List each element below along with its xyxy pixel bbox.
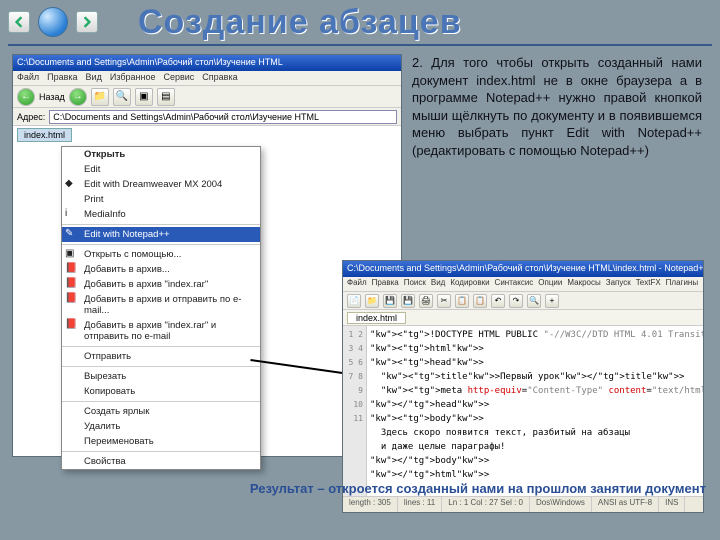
context-menu-item[interactable]: Edit [62, 162, 260, 177]
result-text: Результат – откроется созданный нами на … [250, 481, 706, 496]
status-pos: Ln : 1 Col : 27 Sel : 0 [442, 497, 530, 512]
statusbar: length : 305 lines : 11 Ln : 1 Col : 27 … [343, 496, 703, 512]
file-tabs: index.html [343, 310, 703, 326]
npp-toolbar: 📄 📁 💾 💾 🖨 ✂ 📋 📋 ↶ ↷ 🔍 + [343, 292, 703, 310]
undo-icon[interactable]: ↶ [491, 294, 505, 308]
menu-item[interactable]: Запуск [606, 278, 631, 290]
context-menu-item[interactable]: Отправить [62, 349, 260, 364]
context-menu[interactable]: ОткрытьEdit◆Edit with Dreamweaver MX 200… [61, 146, 261, 470]
status-fmt: Dos\Windows [530, 497, 592, 512]
menu-item[interactable]: Опции [538, 278, 562, 290]
context-menu-item[interactable]: 📕Добавить в архив "index.rar" [62, 277, 260, 292]
nav-next-button[interactable] [76, 11, 98, 33]
saveall-icon[interactable]: 💾 [401, 294, 415, 308]
globe-icon [38, 7, 68, 37]
menu-item[interactable]: Синтаксис [495, 278, 534, 290]
up-button[interactable]: 📁 [91, 88, 109, 106]
print-icon[interactable]: 🖨 [419, 294, 433, 308]
back-button[interactable]: ← [17, 88, 35, 106]
context-menu-item[interactable]: ◆Edit with Dreamweaver MX 2004 [62, 177, 260, 192]
status-ins: INS [659, 497, 685, 512]
context-menu-item[interactable]: ▣Открыть с помощью... [62, 247, 260, 262]
menu-item[interactable]: Вид [431, 278, 445, 290]
status-length: length : 305 [343, 497, 398, 512]
open-icon[interactable]: 📁 [365, 294, 379, 308]
context-menu-item[interactable]: Открыть [62, 147, 260, 162]
menu-item[interactable]: TextFX [636, 278, 661, 290]
menu-item[interactable]: Поиск [404, 278, 426, 290]
redo-icon[interactable]: ↷ [509, 294, 523, 308]
new-icon[interactable]: 📄 [347, 294, 361, 308]
context-menu-item[interactable]: ✎Edit with Notepad++ [62, 227, 260, 242]
window-titlebar: C:\Documents and Settings\Admin\Рабочий … [13, 55, 401, 71]
menu-item[interactable]: Сервис [163, 72, 194, 84]
cut-icon[interactable]: ✂ [437, 294, 451, 308]
menu-item[interactable]: Файл [17, 72, 39, 84]
menu-item[interactable]: Правка [47, 72, 77, 84]
context-menu-item[interactable]: 📕Добавить в архив "index.rar" и отправит… [62, 318, 260, 344]
status-lines: lines : 11 [398, 497, 442, 512]
menu-item[interactable]: Вид [86, 72, 102, 84]
nav-prev-button[interactable] [8, 11, 30, 33]
status-enc: ANSI as UTF-8 [592, 497, 659, 512]
toolbar: ← Назад → 📁 🔍 ▣ ▤ [13, 86, 401, 108]
line-gutter: 1 2 3 4 5 6 7 8 9 10 11 [343, 326, 367, 496]
zoom-icon[interactable]: + [545, 294, 559, 308]
menu-item[interactable]: Правка [372, 278, 399, 290]
context-menu-item[interactable]: Вырезать [62, 369, 260, 384]
menu-item[interactable]: Плагины [666, 278, 698, 290]
menu-item[interactable]: Макросы [567, 278, 600, 290]
menu-item[interactable]: Избранное [110, 72, 156, 84]
fwd-button[interactable]: → [69, 88, 87, 106]
top-nav: Создание абзацев [0, 0, 720, 44]
menu-item[interactable]: Кодировки [450, 278, 489, 290]
search-button[interactable]: 🔍 [113, 88, 131, 106]
code-editor[interactable]: "kw"><"tg">!DOCTYPE HTML PUBLIC "-//W3C/… [367, 326, 703, 496]
address-label: Адрес: [17, 112, 45, 122]
npp-titlebar: C:\Documents and Settings\Admin\Рабочий … [343, 261, 703, 277]
save-icon[interactable]: 💾 [383, 294, 397, 308]
context-menu-item[interactable]: Удалить [62, 419, 260, 434]
menubar[interactable]: Файл Правка Вид Избранное Сервис Справка [13, 71, 401, 86]
npp-menubar[interactable]: Файл Правка Поиск Вид Кодировки Синтаксис Опци… [343, 277, 703, 292]
notepadpp-window: C:\Documents and Settings\Admin\Рабочий … [342, 260, 704, 513]
context-menu-item[interactable]: 📕Добавить в архив... [62, 262, 260, 277]
menu-item[interactable]: Файл [347, 278, 367, 290]
context-menu-item[interactable]: 📕Добавить в архив и отправить по e-mail.… [62, 292, 260, 318]
context-menu-item[interactable]: Копировать [62, 384, 260, 399]
file-tab[interactable]: index.html [347, 312, 406, 324]
context-menu-item[interactable]: Переименовать [62, 434, 260, 449]
find-icon[interactable]: 🔍 [527, 294, 541, 308]
menu-item[interactable]: Справка [202, 72, 237, 84]
file-item[interactable]: index.html [17, 128, 72, 142]
folders-button[interactable]: ▣ [135, 88, 153, 106]
context-menu-item[interactable]: iMediaInfo [62, 207, 260, 222]
address-input[interactable] [49, 110, 397, 124]
instruction-text: 2. Для того чтобы открыть созданный нами… [412, 54, 702, 159]
copy-icon[interactable]: 📋 [455, 294, 469, 308]
paste-icon[interactable]: 📋 [473, 294, 487, 308]
back-label: Назад [39, 92, 65, 102]
context-menu-item[interactable]: Создать ярлык [62, 404, 260, 419]
views-button[interactable]: ▤ [157, 88, 175, 106]
address-bar: Адрес: [13, 108, 401, 126]
context-menu-item[interactable]: Свойства [62, 454, 260, 469]
context-menu-item[interactable]: Print [62, 192, 260, 207]
slide-title: Создание абзацев [138, 3, 462, 42]
